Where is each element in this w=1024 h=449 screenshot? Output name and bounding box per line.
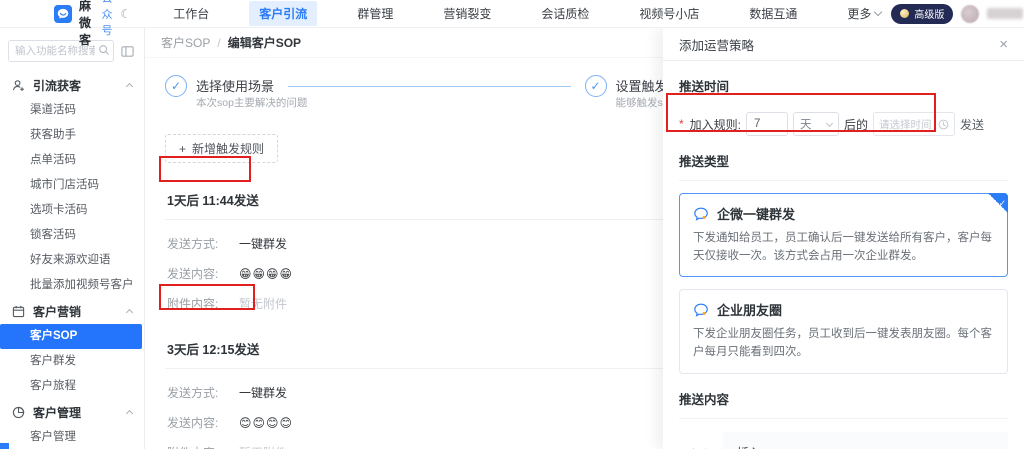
chat-bubble-icon — [693, 206, 709, 222]
tab-video-shop[interactable]: 视频号小店 — [629, 1, 709, 26]
chevron-down-icon — [874, 8, 882, 16]
sidebar-item-channel-code[interactable]: 渠道活码 — [0, 98, 144, 123]
insert-label: 插入: — [737, 444, 764, 449]
rule2-title[interactable]: 3天后 12:15发送 — [167, 343, 259, 357]
tab-workbench[interactable]: 工作台 — [163, 1, 219, 26]
time-picker-input[interactable]: 请选择时间 — [873, 112, 955, 136]
breadcrumb-parent[interactable]: 客户SOP — [161, 34, 210, 51]
pie-circle-icon — [12, 406, 25, 419]
tab-more[interactable]: 更多 — [837, 1, 891, 26]
emoji-content: 😁😁😁😁 — [239, 267, 293, 281]
required-asterisk: * — [679, 117, 684, 131]
sidebar: 引流获客 渠道活码 获客助手 点单活码 城市门店活码 选项卡活码 锁客活码 好友… — [0, 28, 145, 449]
card-description: 下发通知给员工，员工确认后一键发送给所有客户，客户每天仅接收一次。该方式会占用一… — [693, 229, 994, 265]
chat-bubble-icon — [693, 302, 709, 318]
step-connector — [288, 86, 570, 87]
copywriting-block: 文案: 插入: ☺ — [679, 432, 1008, 449]
sidebar-item-city-store-code[interactable]: 城市门店活码 — [0, 173, 144, 198]
send-label: 发送 — [960, 116, 984, 133]
topbar-account-area: 高级版 — [891, 4, 1024, 24]
sidebar-item-tab-code[interactable]: 选项卡活码 — [0, 198, 144, 223]
chevron-up-icon — [126, 409, 133, 416]
divider — [679, 180, 1008, 181]
main-nav: 工作台 客户引流 群管理 营销裂变 会话质检 视频号小店 数据互通 更多 — [163, 1, 891, 26]
plus-icon: + — [179, 142, 186, 156]
moon-icon[interactable]: ☾ — [121, 7, 132, 21]
push-type-section-title: 推送类型 — [679, 151, 1008, 170]
sidebar-item-customer-mass-send[interactable]: 客户群发 — [0, 349, 144, 374]
tab-marketing-fission[interactable]: 营销裂变 — [433, 1, 501, 26]
days-count-input[interactable] — [746, 112, 788, 136]
search-box — [8, 40, 114, 62]
chevron-down-icon — [826, 119, 833, 126]
sidebar-item-customer-journey[interactable]: 客户旅程 — [0, 374, 144, 399]
push-type-card-mass-send[interactable]: ✓ 企微一键群发 下发通知给员工，员工确认后一键发送给所有客户，客户每天仅接收一… — [679, 193, 1008, 277]
tab-chat-inspection[interactable]: 会话质检 — [531, 1, 599, 26]
breadcrumb-current: 编辑客户SOP — [228, 34, 301, 51]
search-icon — [98, 44, 110, 56]
sidebar-section-customer-management[interactable]: 客户管理 — [0, 399, 144, 425]
sidebar-section-marketing[interactable]: 客户营销 — [0, 298, 144, 324]
sidebar-item-acquisition-assistant[interactable]: 获客助手 — [0, 123, 144, 148]
top-navbar: 芝麻微客 公众号 ☾ 工作台 客户引流 群管理 营销裂变 会话质检 视频号小店 … — [0, 0, 1024, 28]
tab-group-management[interactable]: 群管理 — [347, 1, 403, 26]
sidebar-search-row — [0, 28, 144, 72]
join-rule-label: 加入规则: — [690, 116, 741, 133]
selected-corner-check-icon: ✓ — [988, 193, 1008, 213]
unit-select[interactable]: 天 — [793, 112, 839, 136]
brand-tag[interactable]: 公众号 — [102, 0, 113, 38]
avatar[interactable] — [961, 5, 979, 23]
add-strategy-panel: 添加运营策略 × 推送时间 * 加入规则: 天 后的 请选择时间 发送 推送类型… — [663, 28, 1024, 449]
rule1-title[interactable]: 1天后 11:44发送 — [167, 194, 259, 208]
username-redacted — [987, 8, 1023, 19]
sidebar-section-acquisition[interactable]: 引流获客 — [0, 72, 144, 98]
floating-widget[interactable] — [0, 443, 9, 449]
panel-title: 添加运营策略 — [679, 35, 754, 54]
plan-badge[interactable]: 高级版 — [891, 4, 953, 24]
step2-check-icon: ✓ — [585, 75, 607, 97]
sidebar-item-batch-add-video-customers[interactable]: 批量添加视频号客户 — [0, 273, 144, 298]
sidebar-item-customer-management[interactable]: 客户管理 — [0, 425, 144, 449]
sidebar-item-order-code[interactable]: 点单活码 — [0, 148, 144, 173]
join-rule-row: * 加入规则: 天 后的 请选择时间 发送 — [679, 112, 1008, 136]
sidebar-item-lock-customer-code[interactable]: 锁客活码 — [0, 223, 144, 248]
emoji-content: 😊😊😊😊 — [239, 416, 293, 430]
add-trigger-rule-button[interactable]: + 新增触发规则 — [165, 134, 278, 163]
card-description: 下发企业朋友圈任务，员工收到后一键发表朋友圈。每个客户每月只能看到四次。 — [693, 325, 994, 361]
calendar-icon — [12, 305, 25, 318]
user-plus-icon — [12, 79, 25, 92]
chevron-up-icon — [126, 308, 133, 315]
step1-check-icon: ✓ — [165, 75, 187, 97]
after-label: 后的 — [844, 116, 868, 133]
push-content-section-title: 推送内容 — [679, 389, 1008, 408]
collapse-sidebar-icon[interactable] — [121, 45, 134, 58]
push-type-card-moments[interactable]: 企业朋友圈 下发企业朋友圈任务，员工收到后一键发表朋友圈。每个客户每月只能看到四… — [679, 289, 1008, 373]
plan-badge-icon — [900, 9, 909, 18]
sidebar-item-friend-source-welcome[interactable]: 好友来源欢迎语 — [0, 248, 144, 273]
divider — [679, 418, 1008, 419]
step1-subtitle: 本次sop主要解决的问题 — [196, 95, 307, 110]
tab-customer-acquisition[interactable]: 客户引流 — [249, 1, 317, 26]
emoji-picker-icon[interactable]: ☺ — [770, 445, 783, 449]
sidebar-item-customer-sop[interactable]: 客户SOP — [0, 324, 142, 349]
tab-data-connect[interactable]: 数据互通 — [739, 1, 807, 26]
chevron-up-icon — [126, 82, 133, 89]
breadcrumb-separator: / — [217, 36, 220, 50]
close-icon[interactable]: × — [999, 37, 1008, 52]
push-time-section-title: 推送时间 — [679, 76, 1008, 95]
app-logo-icon — [54, 5, 72, 23]
clock-icon — [938, 119, 949, 130]
copywriting-label: 文案: — [679, 432, 723, 449]
step1-title: 选择使用场景 — [196, 79, 274, 94]
brand-name: 芝麻微客 — [79, 0, 92, 48]
